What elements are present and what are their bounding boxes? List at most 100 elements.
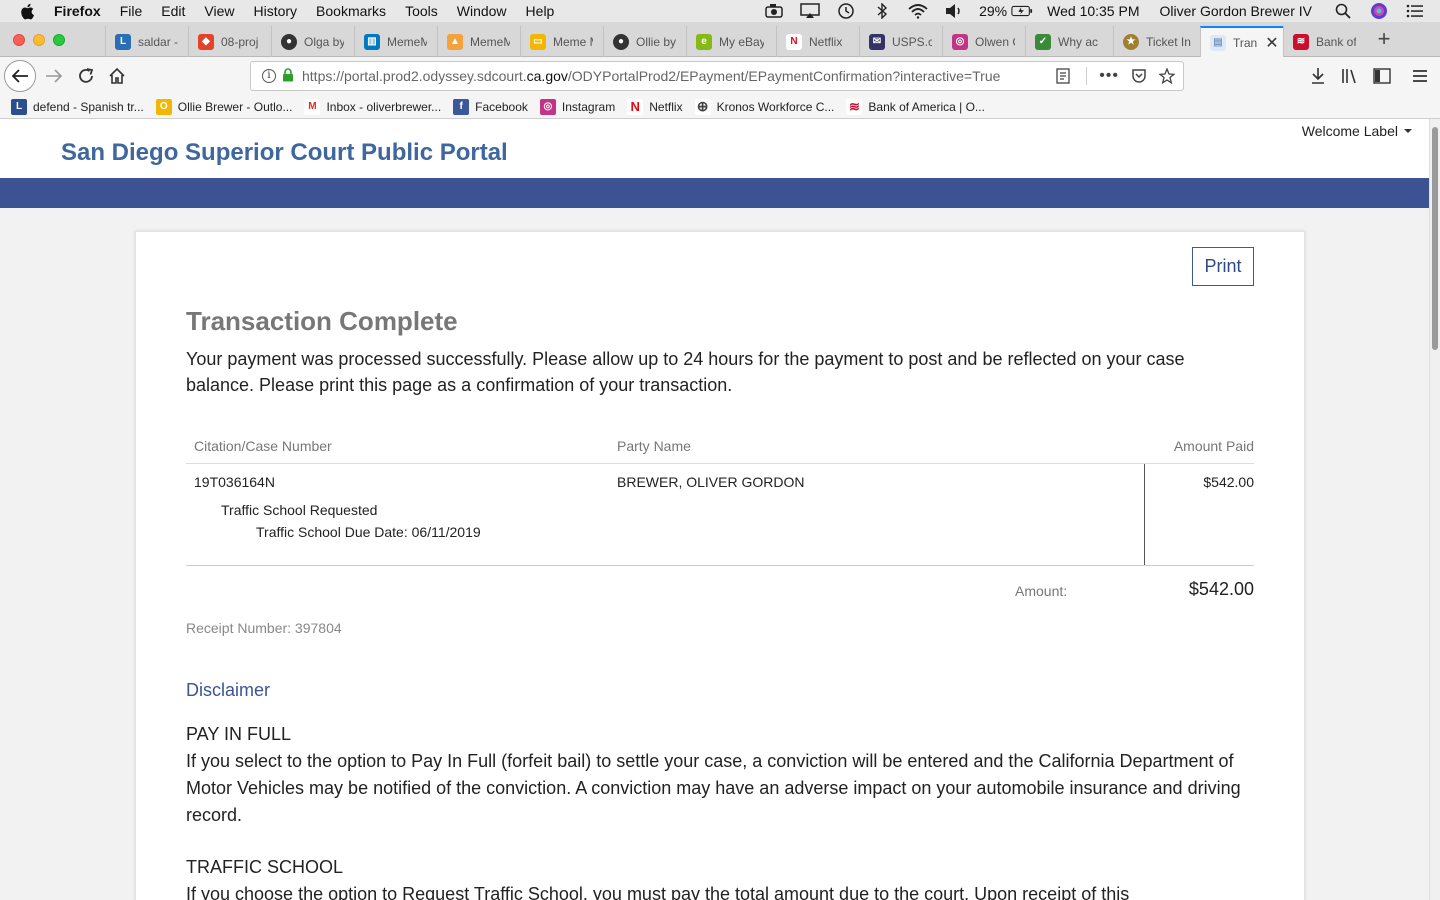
bookmark-favicon-icon: L [11,98,27,115]
tab-bank-of[interactable]: ≋ Bank of [1283,26,1366,57]
total-amount-value: $542.00 [1188,579,1254,599]
github-icon: ● [281,33,297,50]
bookmark-label: Instagram [561,99,616,114]
bookmark-netflix[interactable]: N Netflix [627,98,683,115]
menu-view[interactable]: View [204,3,234,19]
window-minimize-button[interactable] [33,34,45,46]
tab-favicon-icon: L [115,33,131,50]
pocket-icon[interactable] [1131,68,1147,84]
url-prefix: https://portal.prod2.odyssey.sdcourt. [302,68,527,84]
menu-bookmarks[interactable]: Bookmarks [316,3,386,19]
siri-icon[interactable] [1368,3,1390,19]
tab-olwen[interactable]: ◎Olwen C [942,26,1025,57]
window-close-button[interactable] [13,34,25,46]
menubar-clock[interactable]: Wed 10:35 PM [1047,3,1139,19]
url-bar[interactable]: i https://portal.prod2.odyssey.sdcourt.c… [250,61,1184,91]
case-number: 19T036164N [194,474,275,490]
menu-history[interactable]: History [253,3,297,19]
lock-icon[interactable] [282,67,294,85]
tab-ollie[interactable]: ● Ollie by [603,26,686,57]
bookmark-instagram[interactable]: ◎ Instagram [539,98,616,115]
downloads-icon[interactable] [1307,65,1329,87]
forward-arrow-icon[interactable] [40,62,68,90]
column-header-amount-paid: Amount Paid [1173,438,1254,454]
page-actions-icon[interactable]: ••• [1099,67,1119,85]
payment-table-header: Citation/Case Number Party Name Amount P… [186,430,1254,464]
bookmark-star-icon[interactable] [1159,68,1175,84]
url-divider [1086,67,1088,85]
airplay-icon[interactable] [799,3,821,19]
bookmarks-toolbar: Ldefend - Spanish tr... O Ollie Brewer - … [0,95,1440,119]
pay-in-full-heading: PAY IN FULL [186,724,292,744]
tab-meme-m[interactable]: ▭Meme M [520,26,603,57]
menu-help[interactable]: Help [526,3,555,19]
home-icon[interactable] [103,62,131,90]
menu-file[interactable]: File [120,3,143,19]
window-zoom-button[interactable] [53,34,65,46]
screenshot-tool-icon[interactable] [763,3,785,19]
time-machine-icon[interactable] [835,3,857,19]
notification-center-icon[interactable] [1404,3,1426,19]
bookmark-outlook[interactable]: O Ollie Brewer - Outlo... [155,98,292,115]
column-header-party-name: Party Name [617,438,691,454]
tab-memem-2[interactable]: ▲ MemeM [437,26,520,57]
tab-ticket[interactable]: ★ Ticket In [1113,26,1200,57]
tab-close-icon[interactable]: ✕ [1265,33,1278,53]
site-title[interactable]: San Diego Superior Court Public Portal [61,139,508,167]
gmail-icon: M [304,98,321,115]
web-page: San Diego Superior Court Public Portal W… [0,119,1440,900]
pay-in-full-text: If you select to the option to Pay In Fu… [186,751,1241,825]
bookmark-bank-of-america[interactable]: ≋ Bank of America | O... [846,98,985,115]
tab-netflix[interactable]: N Netflix [776,26,859,57]
sidebar-toggle-icon[interactable] [1371,65,1393,87]
print-button[interactable]: Print [1192,247,1254,286]
tab-08-proj[interactable]: ◆ 08-proj [188,26,271,57]
tab-transaction-active[interactable]: ▤ Tran ✕ [1200,26,1283,57]
outlook-icon: O [155,98,172,115]
menubar-user[interactable]: Oliver Gordon Brewer IV [1160,3,1313,19]
url-text[interactable]: https://portal.prod2.odyssey.sdcourt.ca.… [302,68,1000,84]
wifi-icon[interactable] [907,3,929,19]
traffic-school-status: Traffic School Requested [221,502,378,518]
amount-paid: $542.00 [1203,474,1254,490]
globe-icon: ⊕ [694,98,711,115]
hamburger-menu-icon[interactable] [1409,65,1431,87]
instagram-icon: ◎ [539,98,556,115]
volume-icon[interactable] [943,3,965,19]
netflix-icon: N [786,33,802,50]
back-arrow-icon[interactable] [4,60,36,92]
spotlight-search-icon[interactable] [1332,3,1354,19]
menu-tools[interactable]: Tools [405,3,438,19]
reader-view-icon[interactable] [1056,68,1070,84]
reload-icon[interactable] [72,62,100,90]
party-name: BREWER, OLIVER GORDON [617,474,805,490]
bookmark-facebook[interactable]: f Facebook [453,98,528,115]
new-tab-plus-icon[interactable]: + [1372,27,1396,51]
bookmark-defend[interactable]: Ldefend - Spanish tr... [11,98,144,115]
tab-saldar[interactable]: Lsaldar - [105,26,188,57]
battery-icon[interactable] [1011,3,1033,19]
site-nav-bar [0,178,1429,208]
tab-usps[interactable]: ✉USPS.co [859,26,942,57]
tab-why-ac[interactable]: ✓ Why ac [1025,26,1113,57]
apple-icon[interactable] [20,3,38,20]
trello-icon: ▥ [364,33,380,50]
menu-window[interactable]: Window [457,3,507,19]
menu-edit[interactable]: Edit [161,3,185,19]
tab-memem-1[interactable]: ▥ MemeM [354,26,437,57]
bluetooth-icon[interactable] [871,3,893,19]
menu-app-name[interactable]: Firefox [54,3,101,19]
battery-percent: 29% [979,3,1008,19]
tab-ebay[interactable]: e My eBay [686,26,776,57]
bank-of-america-icon: ≋ [846,98,863,115]
library-icon[interactable] [1339,65,1361,87]
tab-olga[interactable]: ● Olga by [271,26,354,57]
total-amount-label: Amount: [1015,583,1068,599]
page-scrollbar[interactable] [1429,119,1440,900]
usps-icon: ✉ [869,33,885,50]
bookmark-kronos[interactable]: ⊕ Kronos Workforce C... [694,98,834,115]
site-info-icon[interactable]: i [262,69,276,83]
scrollbar-thumb[interactable] [1432,127,1438,350]
welcome-dropdown[interactable]: Welcome Label [1302,123,1412,139]
bookmark-gmail-inbox[interactable]: M Inbox - oliverbrewer... [304,98,441,115]
